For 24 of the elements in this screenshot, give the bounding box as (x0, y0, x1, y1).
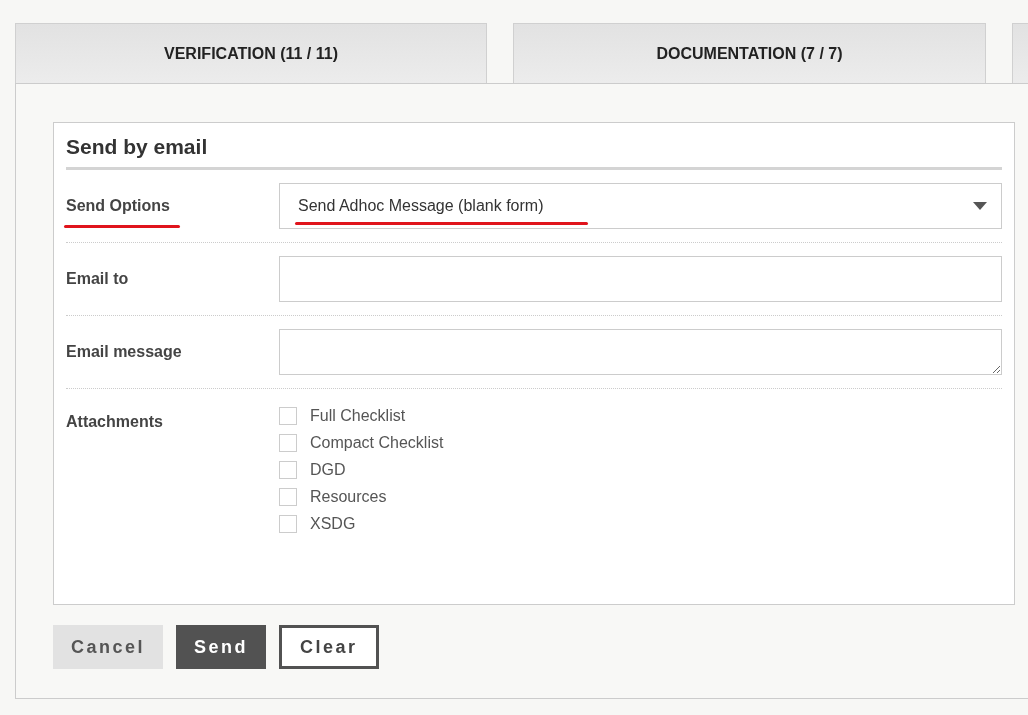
email-message-field[interactable] (279, 329, 1002, 375)
send-options-dropdown[interactable]: Send Adhoc Message (blank form) (279, 183, 1002, 229)
field-label: Send Options (66, 197, 170, 214)
cancel-button[interactable]: Cancel (53, 625, 164, 669)
field-label: Attachments (66, 413, 163, 430)
form-title: Send by email (66, 135, 1002, 170)
email-to-field[interactable] (279, 256, 1002, 302)
checkbox[interactable] (279, 407, 297, 425)
tab[interactable]: DOCUMENTATION (7 / 7) (513, 23, 986, 83)
checkbox-label: DGD (310, 461, 346, 479)
checkbox[interactable] (279, 461, 297, 479)
caret-icon (973, 202, 987, 210)
field-label: Email to (66, 270, 129, 287)
checkbox[interactable] (279, 515, 297, 533)
checkbox-label: Full Checklist (310, 407, 406, 425)
clear-button[interactable]: Clear (279, 625, 379, 669)
checkbox-label: Resources (310, 488, 387, 506)
tab[interactable]: VERIFICATION (11 / 11) (15, 23, 487, 83)
checkbox-label: XSDG (310, 515, 356, 533)
field-label: Email message (66, 343, 182, 360)
checkbox[interactable] (279, 434, 297, 452)
checkbox[interactable] (279, 488, 297, 506)
checkbox-label: Compact Checklist (310, 434, 444, 452)
send-button[interactable]: Send (176, 625, 267, 669)
